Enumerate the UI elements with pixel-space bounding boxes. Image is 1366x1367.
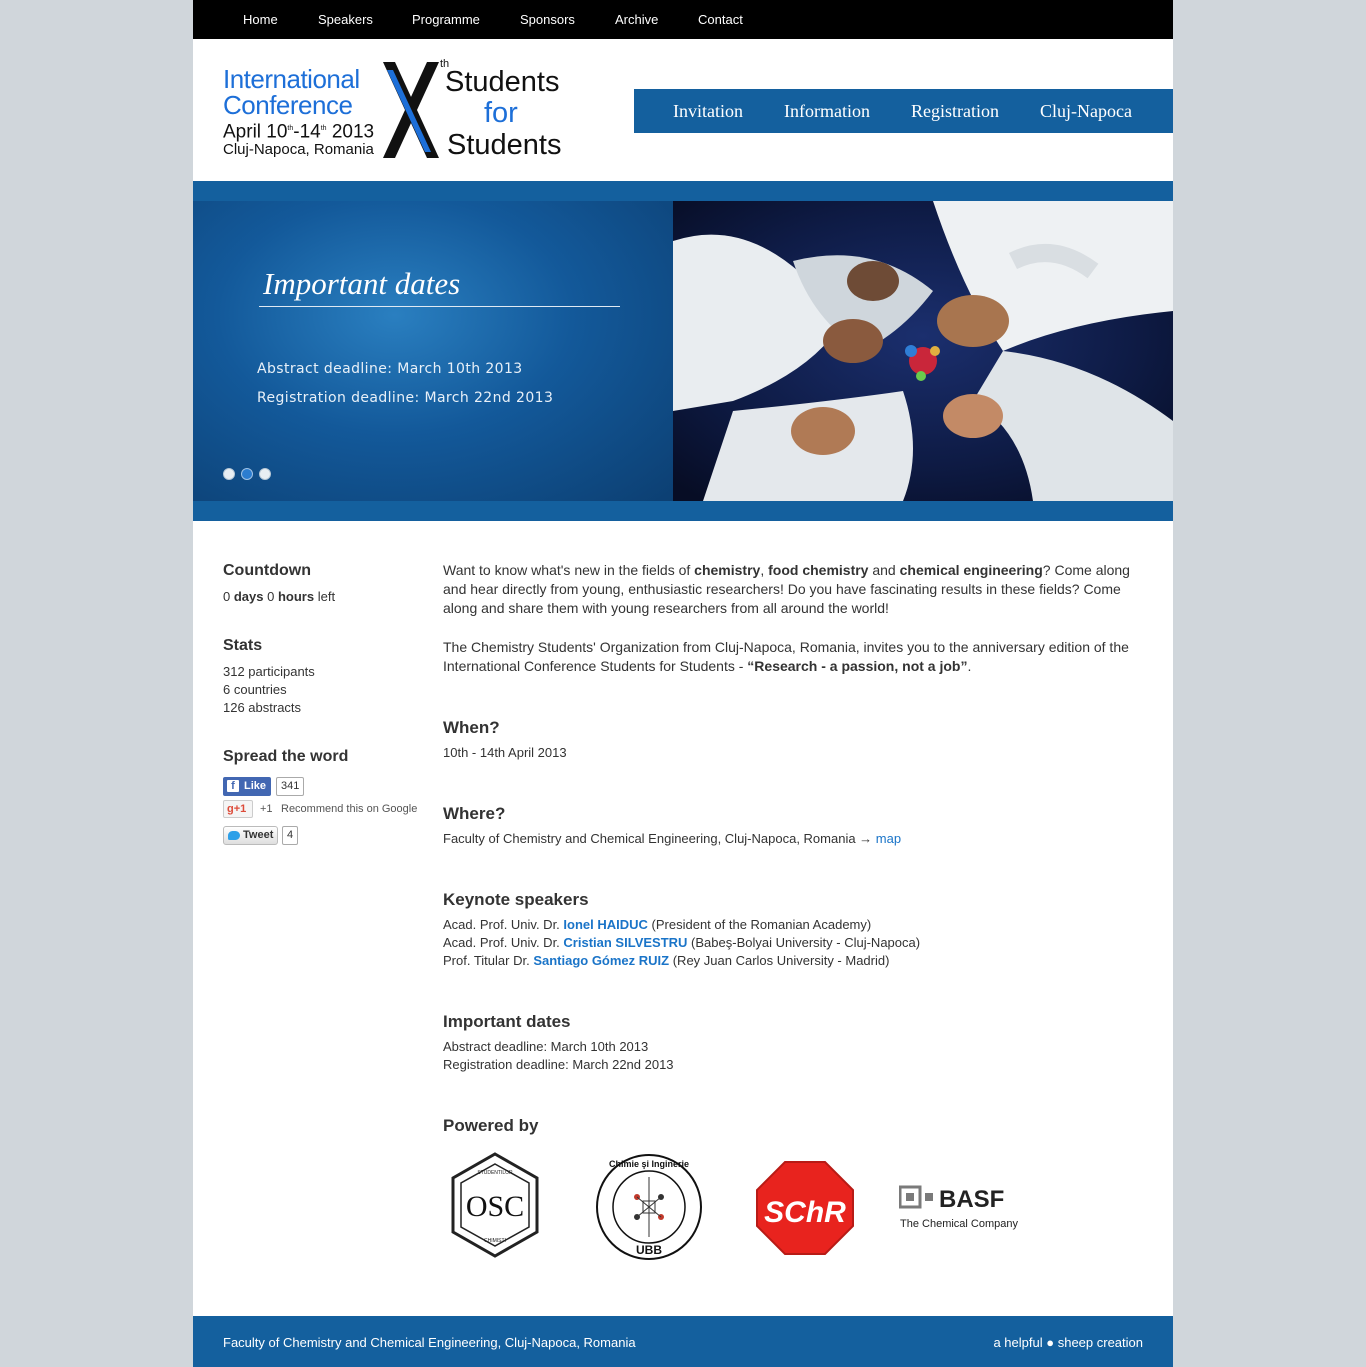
facebook-like-count: 341 (276, 777, 305, 796)
conference-logo[interactable]: International Conference April 10th-14th… (223, 58, 568, 162)
topnav-sponsors[interactable]: Sponsors (520, 12, 575, 27)
svg-text:The Chemical Company: The Chemical Company (900, 1218, 1018, 1230)
speaker-row: Acad. Prof. Univ. Dr. Cristian SILVESTRU… (443, 935, 921, 950)
roman-ten-x-icon (383, 62, 439, 158)
slide-registration-deadline: Registration deadline: March 22nd 2013 (257, 390, 554, 406)
speaker-row: Prof. Titular Dr. Santiago Gómez RUIZ (R… (443, 953, 890, 968)
ubb-faculty-logo[interactable]: Chimie şi Inginerie UBB (593, 1153, 705, 1266)
speaker-link-silvestru[interactable]: Cristian SILVESTRU (563, 935, 687, 950)
registration-deadline: Registration deadline: March 22nd 2013 (443, 1057, 674, 1072)
svg-text:STUDENTILOR: STUDENTILOR (477, 1170, 513, 1176)
google-plus-count: +1 (260, 803, 273, 815)
important-dates-title: Important dates (443, 1012, 571, 1031)
slide-divider (259, 306, 620, 307)
svg-text:UBB: UBB (636, 1243, 662, 1257)
topnav-speakers[interactable]: Speakers (318, 12, 373, 27)
google-plus-one-button[interactable]: g+1 (223, 800, 253, 818)
tweet-button[interactable]: Tweet (223, 826, 278, 845)
where-title: Where? (443, 804, 506, 823)
main-navigation: Invitation Information Registration Cluj… (634, 89, 1173, 133)
sheep-icon: ● (1046, 1335, 1055, 1350)
topnav-home[interactable]: Home (243, 12, 278, 27)
logo-line-location: Cluj-Napoca, Romania (223, 141, 374, 158)
top-navigation: Home Speakers Programme Sponsors Archive… (193, 0, 1173, 39)
speaker-link-gomez-ruiz[interactable]: Santiago Gómez RUIZ (533, 953, 669, 968)
footer-address: Faculty of Chemistry and Chemical Engine… (223, 1335, 636, 1350)
spread-title: Spread the word (223, 748, 349, 765)
slider-dot-3[interactable] (259, 468, 271, 480)
twitter-bird-icon (228, 831, 240, 840)
slide-abstract-deadline: Abstract deadline: March 10th 2013 (257, 361, 523, 377)
logo-line-international: International (223, 64, 360, 94)
topnav-archive[interactable]: Archive (615, 12, 658, 27)
abstract-deadline: Abstract deadline: March 10th 2013 (443, 1039, 649, 1054)
site-footer: Faculty of Chemistry and Chemical Engine… (193, 1316, 1173, 1367)
google-plus-icon: g (227, 803, 234, 815)
stat-participants: 312 participants (223, 664, 315, 679)
where-text: Faculty of Chemistry and Chemical Engine… (443, 831, 902, 846)
slider-dot-1[interactable] (223, 468, 235, 480)
page-container: Home Speakers Programme Sponsors Archive… (193, 0, 1173, 1367)
when-text: 10th - 14th April 2013 (443, 745, 567, 760)
mainnav-invitation[interactable]: Invitation (673, 101, 743, 122)
facebook-like-button[interactable]: f Like (223, 777, 271, 796)
countdown-value: 0 days 0 hours left (223, 589, 336, 604)
svg-text:OSC: OSC (466, 1190, 524, 1223)
slide-text-panel: Important dates Abstract deadline: March… (193, 201, 673, 501)
logo-students-1: Students (445, 66, 560, 98)
stat-countries: 6 countries (223, 682, 287, 697)
schr-logo[interactable]: SChR (755, 1160, 855, 1261)
students-lab-photo (673, 201, 1173, 501)
hero-slider: Important dates Abstract deadline: March… (193, 201, 1173, 501)
keynote-title: Keynote speakers (443, 890, 589, 909)
logo-for: for (484, 97, 518, 129)
stat-abstracts: 126 abstracts (223, 700, 302, 715)
svg-text:CHIMISTI: CHIMISTI (484, 1238, 506, 1244)
map-link[interactable]: map (876, 831, 901, 846)
logo-line-dates: April 10th-14th 2013 (223, 121, 375, 143)
banner-top-band (193, 181, 1173, 201)
mainnav-information[interactable]: Information (784, 101, 870, 122)
logo-students-2: Students (447, 129, 562, 161)
google-recommend-text: Recommend this on Google (281, 803, 418, 815)
speaker-row: Acad. Prof. Univ. Dr. Ionel HAIDUC (Pres… (443, 917, 872, 932)
tweet-count: 4 (282, 826, 299, 845)
footer-credit[interactable]: a helpful ● sheep creation (993, 1335, 1143, 1350)
speaker-link-haiduc[interactable]: Ionel HAIDUC (563, 917, 648, 932)
powered-by-title: Powered by (443, 1116, 539, 1135)
invitation-paragraph: The Chemistry Students' Organization fro… (443, 639, 1129, 674)
when-title: When? (443, 718, 500, 737)
intro-paragraph: Want to know what's new in the fields of… (443, 562, 1130, 616)
mainnav-registration[interactable]: Registration (911, 101, 999, 122)
stats-title: Stats (223, 637, 263, 654)
countdown-title: Countdown (223, 562, 311, 579)
slider-dot-2-active[interactable] (241, 468, 253, 480)
facebook-icon: f (227, 780, 239, 792)
logo-line-conference: Conference (223, 90, 353, 120)
svg-text:SChR: SChR (764, 1196, 846, 1229)
banner-bottom-band (193, 501, 1173, 521)
svg-text:BASF: BASF (939, 1186, 1004, 1213)
osc-logo[interactable]: OSC STUDENTILOR CHIMISTI (445, 1150, 545, 1265)
topnav-programme[interactable]: Programme (412, 12, 480, 27)
basf-logo[interactable]: BASF The Chemical Company (898, 1184, 1024, 1237)
slide-title: Important dates (263, 266, 461, 301)
google-plus-widget: g+1 +1 Recommend this on Google (223, 800, 423, 820)
svg-text:Chimie şi Inginerie: Chimie şi Inginerie (609, 1159, 689, 1169)
mainnav-cluj-napoca[interactable]: Cluj-Napoca (1040, 101, 1132, 122)
topnav-contact[interactable]: Contact (698, 12, 743, 27)
